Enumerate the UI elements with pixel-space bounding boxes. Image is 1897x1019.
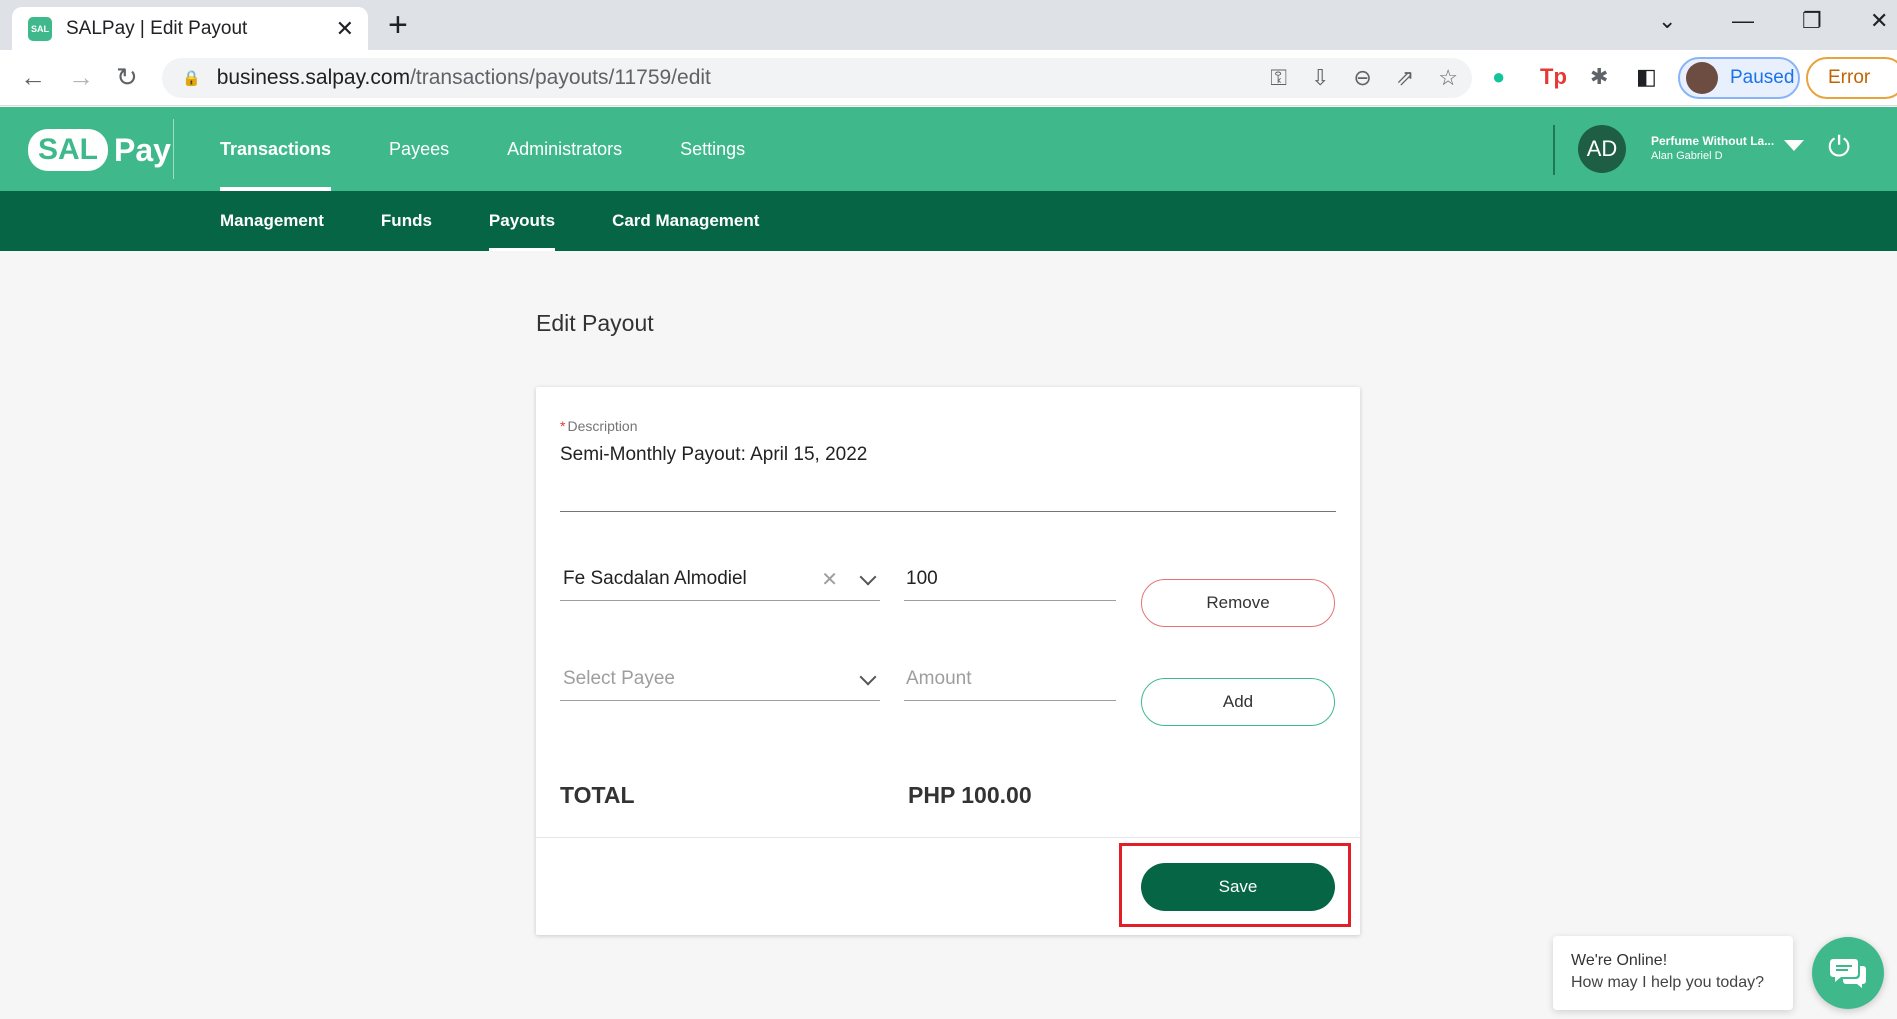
- window-close-icon[interactable]: ✕: [1870, 8, 1888, 34]
- url-domain: business.salpay.com: [216, 66, 411, 89]
- nav-transactions[interactable]: Transactions: [220, 107, 332, 191]
- omnibox-actions: ⚿ ⇩ ⊖ ⇗ ☆: [1270, 65, 1458, 91]
- new-tab-icon[interactable]: +: [388, 6, 408, 44]
- page-title: Edit Payout: [536, 310, 654, 336]
- payee-select[interactable]: Fe Sacdalan Almodiel ✕: [560, 557, 880, 601]
- power-icon[interactable]: ⏻: [1828, 131, 1850, 164]
- user-menu-caret-icon[interactable]: [1784, 140, 1804, 151]
- sub-header: Management Funds Payouts Card Management: [0, 191, 1897, 251]
- subnav-card-management[interactable]: Card Management: [612, 191, 759, 251]
- install-icon[interactable]: ⇩: [1311, 65, 1329, 91]
- subnav-payouts[interactable]: Payouts: [488, 191, 556, 251]
- error-label: Error: [1828, 67, 1871, 88]
- subnav-management[interactable]: Management: [220, 191, 324, 251]
- star-icon[interactable]: ☆: [1438, 65, 1458, 91]
- user-avatar[interactable]: AD: [1578, 125, 1626, 173]
- chat-icon: [1830, 959, 1866, 988]
- nav-settings[interactable]: Settings: [680, 107, 745, 191]
- payee-value: Fe Sacdalan Almodiel: [563, 567, 747, 589]
- nav-administrators[interactable]: Administrators: [507, 107, 622, 191]
- description-underline: [560, 511, 1336, 512]
- back-arrow-icon[interactable]: ←: [20, 62, 46, 93]
- restore-icon[interactable]: ❐: [1802, 8, 1822, 34]
- user-name: Alan Gabriel D: [1651, 150, 1723, 162]
- app-header: SAL Pay Transactions Payees Administrato…: [0, 107, 1897, 191]
- tab-title: SALPay | Edit Payout: [66, 17, 248, 39]
- url-text: business.salpay.com/transactions/payouts…: [217, 66, 711, 90]
- profile-avatar: [1686, 62, 1718, 94]
- key-icon[interactable]: ⚿: [1270, 65, 1287, 91]
- new-payee-placeholder: Select Payee: [563, 667, 675, 689]
- profile-status: Paused: [1730, 67, 1795, 88]
- close-icon[interactable]: ✕: [336, 16, 354, 42]
- logo-sal: SAL: [28, 129, 108, 171]
- puzzle-icon[interactable]: ✱: [1590, 64, 1608, 90]
- nav-payees[interactable]: Payees: [389, 107, 449, 191]
- new-amount-placeholder: Amount: [906, 667, 972, 689]
- description-input[interactable]: Semi-Monthly Payout: April 15, 2022: [560, 444, 867, 466]
- profile-button[interactable]: Paused: [1678, 57, 1800, 99]
- sub-nav: Management Funds Payouts Card Management: [220, 191, 816, 251]
- total-value: PHP 100.00: [908, 782, 1032, 808]
- url-path: /transactions/payouts/11759/edit: [410, 66, 711, 89]
- subnav-funds[interactable]: Funds: [381, 191, 432, 251]
- logo-pay: Pay: [114, 131, 171, 168]
- sidepanel-icon[interactable]: ◧: [1636, 64, 1657, 90]
- add-button[interactable]: Add: [1141, 678, 1335, 726]
- browser-toolbar: ← → ↻ 🔒 business.salpay.com/transactions…: [0, 50, 1897, 106]
- main-nav: Transactions Payees Administrators Setti…: [220, 107, 803, 191]
- zoom-icon[interactable]: ⊖: [1353, 65, 1371, 91]
- amount-value: 100: [906, 567, 938, 589]
- new-payee-select[interactable]: Select Payee: [560, 657, 880, 701]
- chat-launcher-button[interactable]: [1812, 937, 1884, 1009]
- minimize-icon[interactable]: —: [1732, 8, 1754, 34]
- save-highlight-box: [1119, 843, 1351, 927]
- reload-icon[interactable]: ↻: [116, 62, 138, 93]
- description-label-text: Description: [567, 418, 638, 434]
- user-org: Perfume Without La...: [1651, 134, 1775, 148]
- required-marker: *: [560, 418, 566, 434]
- header-divider: [173, 119, 174, 179]
- amount-input[interactable]: 100: [904, 557, 1116, 601]
- user-divider: [1553, 125, 1555, 175]
- chevron-down-icon[interactable]: [859, 568, 877, 586]
- new-amount-input[interactable]: Amount: [904, 657, 1116, 701]
- forward-arrow-icon[interactable]: →: [68, 62, 94, 93]
- share-icon[interactable]: ⇗: [1396, 65, 1414, 91]
- lock-icon[interactable]: 🔒: [182, 69, 201, 87]
- total-label: TOTAL: [560, 782, 635, 808]
- chevron-down-icon[interactable]: [859, 668, 877, 686]
- salpay-favicon-icon: SAL: [28, 16, 52, 41]
- chat-title: We're Online!: [1571, 952, 1668, 969]
- remove-button[interactable]: Remove: [1141, 579, 1335, 627]
- address-bar[interactable]: 🔒 business.salpay.com/transactions/payou…: [162, 58, 1472, 98]
- chat-greeting[interactable]: We're Online! How may I help you today?: [1553, 936, 1793, 1010]
- clear-icon[interactable]: ✕: [821, 567, 838, 592]
- grammarly-icon[interactable]: ●: [1492, 64, 1505, 90]
- description-label: * Description: [560, 418, 637, 434]
- browser-tabstrip: SAL SALPay | Edit Payout ✕ + ⌄ — ❐ ✕: [0, 0, 1897, 50]
- chat-subtitle: How may I help you today?: [1571, 974, 1764, 991]
- salpay-logo[interactable]: SAL Pay: [28, 129, 171, 171]
- chevron-down-icon[interactable]: ⌄: [1658, 8, 1676, 34]
- error-button[interactable]: Error: [1806, 57, 1897, 99]
- browser-tab[interactable]: SAL SALPay | Edit Payout ✕: [12, 7, 368, 50]
- card-divider: [536, 837, 1360, 838]
- tp-extension-icon[interactable]: Tp: [1540, 64, 1567, 90]
